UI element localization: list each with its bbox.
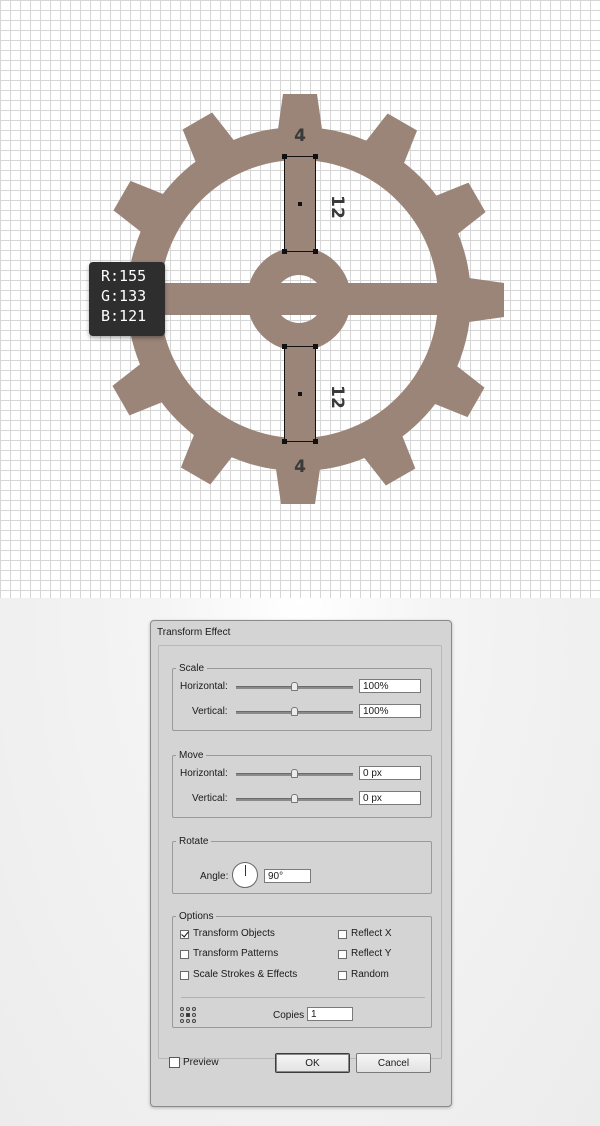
gear-tooth bbox=[462, 277, 504, 323]
move-vertical-input[interactable]: 0 px bbox=[359, 791, 421, 805]
scale-horizontal-row: Horizontal: 100% bbox=[173, 679, 431, 695]
slider-thumb[interactable] bbox=[291, 682, 298, 691]
move-group: Move Horizontal: 0 px Vertical: 0 px bbox=[172, 750, 432, 818]
options-group: Options Transform Objects Transform Patt… bbox=[172, 911, 432, 1028]
reflect-y-checkbox[interactable] bbox=[338, 950, 347, 959]
reflect-x-checkbox[interactable] bbox=[338, 930, 347, 939]
scale-vertical-slider[interactable] bbox=[236, 707, 353, 716]
green-value: G:133 bbox=[101, 287, 147, 305]
anchor-handle[interactable] bbox=[313, 344, 318, 349]
scale-vertical-row: Vertical: 100% bbox=[173, 704, 431, 720]
move-vertical-label: Vertical: bbox=[192, 793, 228, 804]
red-value: R:155 bbox=[101, 267, 147, 285]
transform-objects-label[interactable]: Transform Objects bbox=[193, 928, 275, 939]
color-readout-tooltip: R:155 G:133 B:121 bbox=[89, 262, 165, 336]
transform-effect-dialog[interactable]: Transform Effect Scale Horizontal: 100% … bbox=[150, 620, 452, 1107]
move-legend: Move bbox=[179, 750, 204, 761]
dimension-label-bottom: 4 bbox=[294, 457, 306, 477]
hub bbox=[247, 247, 351, 351]
slider-thumb[interactable] bbox=[291, 794, 298, 803]
random-label[interactable]: Random bbox=[351, 969, 389, 980]
scale-vertical-label: Vertical: bbox=[192, 706, 228, 717]
move-vertical-row: Vertical: 0 px bbox=[173, 791, 431, 807]
random-checkbox[interactable] bbox=[338, 971, 347, 980]
anchor-handle[interactable] bbox=[282, 439, 287, 444]
dialog-title: Transform Effect bbox=[157, 627, 231, 638]
scale-legend: Scale bbox=[179, 663, 205, 674]
anchor-handle[interactable] bbox=[313, 154, 318, 159]
preview-checkbox[interactable] bbox=[169, 1057, 180, 1068]
scale-horizontal-label: Horizontal: bbox=[180, 681, 228, 692]
reflect-x-label[interactable]: Reflect X bbox=[351, 928, 392, 939]
transform-objects-checkbox[interactable] bbox=[180, 930, 189, 939]
reflect-y-label[interactable]: Reflect Y bbox=[351, 948, 391, 959]
blue-value: B:121 bbox=[101, 307, 147, 325]
move-horizontal-label: Horizontal: bbox=[180, 768, 228, 779]
reference-point-grid-icon[interactable] bbox=[180, 1007, 196, 1023]
slider-thumb[interactable] bbox=[291, 769, 298, 778]
scale-horizontal-input[interactable]: 100% bbox=[359, 679, 421, 693]
rotate-group: Rotate Angle: 90° bbox=[172, 836, 432, 894]
angle-label: Angle: bbox=[200, 871, 229, 882]
dimension-label-upper-spoke: 12 bbox=[327, 195, 347, 219]
move-horizontal-input[interactable]: 0 px bbox=[359, 766, 421, 780]
copies-label: Copies bbox=[273, 1010, 305, 1021]
options-separator bbox=[181, 997, 425, 998]
scale-group: Scale Horizontal: 100% Vertical: 100% bbox=[172, 663, 432, 731]
anchor-handle[interactable] bbox=[282, 344, 287, 349]
artboard-canvas[interactable]: 4 4 12 12 R:155 G:133 B:121 bbox=[0, 0, 600, 598]
angle-needle bbox=[245, 865, 246, 876]
move-horizontal-row: Horizontal: 0 px bbox=[173, 766, 431, 782]
options-legend: Options bbox=[179, 911, 214, 922]
transform-patterns-label[interactable]: Transform Patterns bbox=[193, 948, 278, 959]
cancel-button[interactable]: Cancel bbox=[356, 1053, 431, 1073]
center-point[interactable] bbox=[298, 392, 302, 396]
dimension-label-lower-spoke: 12 bbox=[327, 385, 347, 409]
preview-label[interactable]: Preview bbox=[183, 1057, 219, 1068]
scale-strokes-label[interactable]: Scale Strokes & Effects bbox=[193, 969, 297, 980]
dialog-body: Scale Horizontal: 100% Vertical: 100% Mo… bbox=[158, 645, 442, 1059]
anchor-handle[interactable] bbox=[313, 249, 318, 254]
slider-thumb[interactable] bbox=[291, 707, 298, 716]
anchor-handle[interactable] bbox=[282, 154, 287, 159]
center-point[interactable] bbox=[298, 202, 302, 206]
ok-button[interactable]: OK bbox=[275, 1053, 350, 1073]
anchor-handle[interactable] bbox=[313, 439, 318, 444]
scale-horizontal-slider[interactable] bbox=[236, 682, 353, 691]
move-vertical-slider[interactable] bbox=[236, 794, 353, 803]
scale-strokes-checkbox[interactable] bbox=[180, 971, 189, 980]
angle-input[interactable]: 90° bbox=[264, 869, 311, 883]
angle-dial-icon[interactable] bbox=[232, 862, 258, 888]
transform-patterns-checkbox[interactable] bbox=[180, 950, 189, 959]
copies-input[interactable]: 1 bbox=[307, 1007, 353, 1021]
rotate-legend: Rotate bbox=[179, 836, 209, 847]
move-horizontal-slider[interactable] bbox=[236, 769, 353, 778]
scale-vertical-input[interactable]: 100% bbox=[359, 704, 421, 718]
dimension-label-top: 4 bbox=[294, 126, 306, 146]
anchor-handle[interactable] bbox=[282, 249, 287, 254]
